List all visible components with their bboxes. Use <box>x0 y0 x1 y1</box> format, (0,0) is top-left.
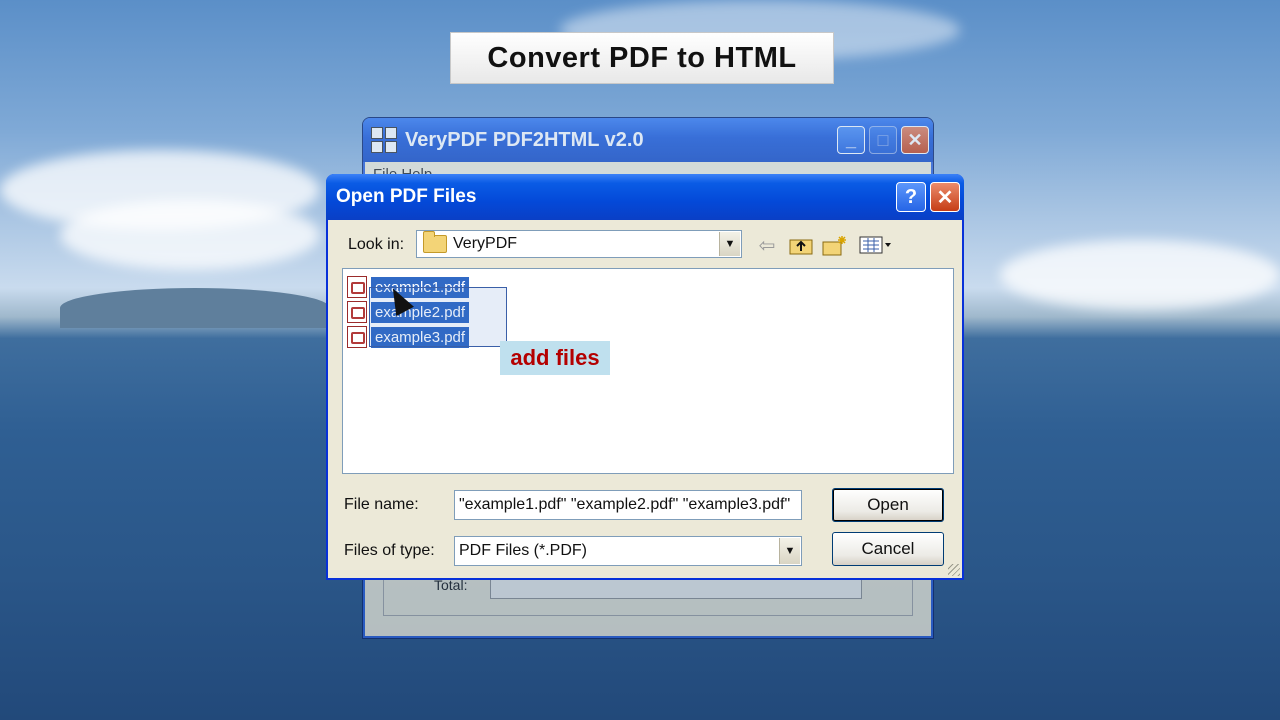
cancel-button[interactable]: Cancel <box>832 532 944 566</box>
pdf-icon <box>347 301 367 323</box>
dialog-title-bar[interactable]: Open PDF Files ? ✕ <box>326 174 964 220</box>
look-in-dropdown[interactable]: VeryPDF ▼ <box>416 230 742 258</box>
maximize-icon[interactable]: □ <box>869 126 897 154</box>
file-list[interactable]: example1.pdf example2.pdf example3.pdf a… <box>342 268 954 474</box>
view-menu-icon[interactable] <box>858 232 894 258</box>
video-banner-title: Convert PDF to HTML <box>450 32 834 84</box>
add-files-tooltip: add files <box>500 341 610 375</box>
help-icon[interactable]: ? <box>896 182 926 212</box>
up-folder-icon[interactable] <box>788 232 814 258</box>
file-name-label: File name: <box>344 496 419 513</box>
app-icon <box>371 127 397 153</box>
open-button[interactable]: Open <box>832 488 944 522</box>
folder-icon <box>423 231 447 253</box>
minimize-icon[interactable]: _ <box>837 126 865 154</box>
cloud <box>60 200 320 270</box>
chevron-down-icon[interactable]: ▼ <box>779 538 800 564</box>
open-pdf-dialog[interactable]: Open PDF Files ? ✕ Look in: VeryPDF ▼ ⇦ … <box>326 174 964 580</box>
back-icon[interactable]: ⇦ <box>754 232 780 258</box>
mountain <box>60 288 330 328</box>
file-name-input[interactable]: "example1.pdf" "example2.pdf" "example3.… <box>454 490 802 520</box>
chevron-down-icon[interactable]: ▼ <box>719 232 740 256</box>
app-title-bar[interactable]: VeryPDF PDF2HTML v2.0 _ □ ✕ <box>363 118 933 162</box>
look-in-value: VeryPDF <box>453 235 518 252</box>
dialog-title: Open PDF Files <box>336 186 477 207</box>
file-type-value: PDF Files (*.PDF) <box>459 542 587 559</box>
app-title: VeryPDF PDF2HTML v2.0 <box>405 128 644 151</box>
pdf-icon <box>347 276 367 298</box>
resize-grip[interactable] <box>948 564 960 576</box>
cloud <box>1000 240 1280 310</box>
file-type-dropdown[interactable]: PDF Files (*.PDF) ▼ <box>454 536 802 566</box>
file-type-label: Files of type: <box>344 542 435 559</box>
close-icon[interactable]: ✕ <box>930 182 960 212</box>
new-folder-icon[interactable] <box>822 232 848 258</box>
pdf-icon <box>347 326 367 348</box>
look-in-label: Look in: <box>348 236 405 253</box>
close-icon[interactable]: ✕ <box>901 126 929 154</box>
